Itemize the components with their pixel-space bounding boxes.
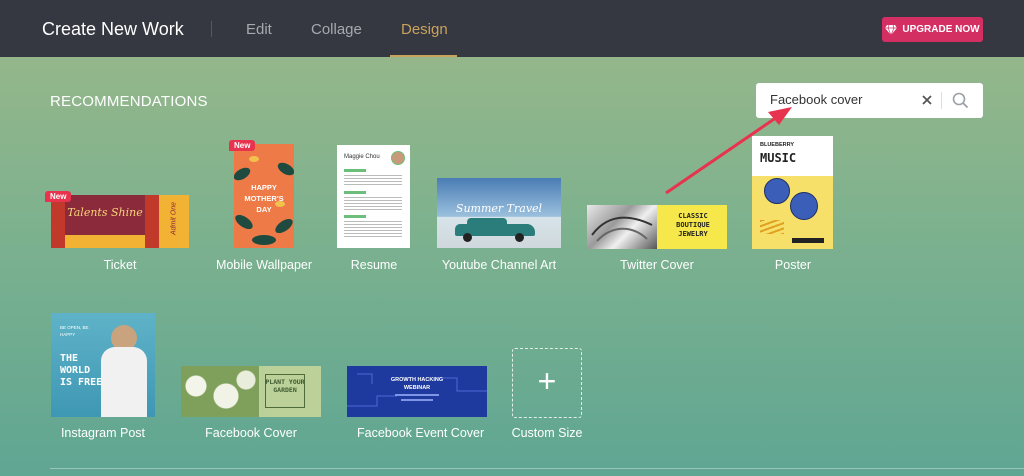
template-label: Instagram Post [60, 426, 146, 440]
mobile-wallpaper-thumbnail[interactable]: HAPPY MOTHER'S DAY [234, 144, 294, 248]
poster-thumbnail[interactable]: BLUEBERRY MUSIC [752, 136, 833, 249]
tab-collage[interactable]: Collage [311, 21, 362, 38]
template-label: Youtube Channel Art [441, 258, 557, 272]
facebook-event-cover-thumbnail[interactable]: GROWTH HACKING WEBINAR [347, 366, 487, 417]
title-divider [211, 21, 212, 37]
poster-thumb-text: MUSIC [760, 151, 797, 165]
plus-icon: + [537, 363, 557, 399]
upgrade-button[interactable]: UPGRADE NOW [882, 17, 983, 42]
resume-thumb-text: Maggie Chou [344, 154, 380, 160]
upgrade-label: UPGRADE NOW [902, 24, 980, 35]
poster-thumb-text-top: BLUEBERRY [760, 142, 795, 148]
template-label: Ticket [103, 258, 137, 272]
youtube-thumb-text: Summer Travel [455, 202, 543, 215]
ticket-thumb-text: Talents Shine [67, 206, 143, 219]
facebook-event-thumb-text: GROWTH HACKING WEBINAR [390, 377, 444, 391]
top-bar: Create New Work Edit Collage Design UPGR… [0, 0, 1024, 57]
new-badge: New [229, 140, 256, 151]
instagram-post-thumbnail[interactable]: BE OPEN, BE HAPPY THE WORLD IS FREE [51, 313, 155, 417]
tab-design[interactable]: Design [401, 21, 448, 38]
resume-thumbnail[interactable]: Maggie Chou [337, 145, 410, 248]
clear-icon[interactable] [920, 93, 934, 107]
template-label: Twitter Cover [620, 258, 694, 272]
search-box [756, 83, 983, 118]
template-label: Mobile Wallpaper [215, 258, 313, 272]
template-label: Custom Size [511, 426, 583, 440]
custom-size-button[interactable]: + [512, 348, 582, 418]
ticket-thumbnail[interactable]: Talents Shine Admit One [51, 195, 189, 248]
search-icon[interactable] [952, 92, 969, 109]
active-tab-indicator [390, 55, 457, 57]
twitter-thumb-text: CLASSIC BOUTIQUE JEWELRY [676, 212, 710, 238]
instagram-thumb-text-top: BE OPEN, BE HAPPY [60, 325, 89, 337]
facebook-cover-thumbnail[interactable]: PLANT YOUR GARDEN [181, 366, 321, 417]
twitter-cover-thumbnail[interactable]: CLASSIC BOUTIQUE JEWELRY [587, 205, 727, 249]
tab-edit[interactable]: Edit [246, 21, 272, 38]
ticket-thumb-side: Admit One [170, 201, 178, 236]
section-title: RECOMMENDATIONS [50, 93, 208, 110]
template-label: Poster [774, 258, 812, 272]
mobile-wallpaper-thumb-text: HAPPY MOTHER'S DAY [244, 183, 284, 214]
app-title: Create New Work [42, 19, 184, 39]
template-label: Facebook Cover [205, 426, 297, 440]
diamond-icon [885, 24, 898, 35]
search-separator [941, 92, 942, 109]
template-label: Facebook Event Cover [357, 426, 485, 440]
youtube-channel-art-thumbnail[interactable]: Summer Travel [437, 178, 561, 248]
facebook-cover-thumb-text: PLANT YOUR GARDEN [265, 378, 305, 394]
section-divider [50, 468, 1024, 469]
search-input[interactable] [770, 92, 920, 107]
template-label: Resume [350, 258, 398, 272]
new-badge: New [45, 191, 72, 202]
instagram-thumb-text: THE WORLD IS FREE [60, 353, 103, 388]
